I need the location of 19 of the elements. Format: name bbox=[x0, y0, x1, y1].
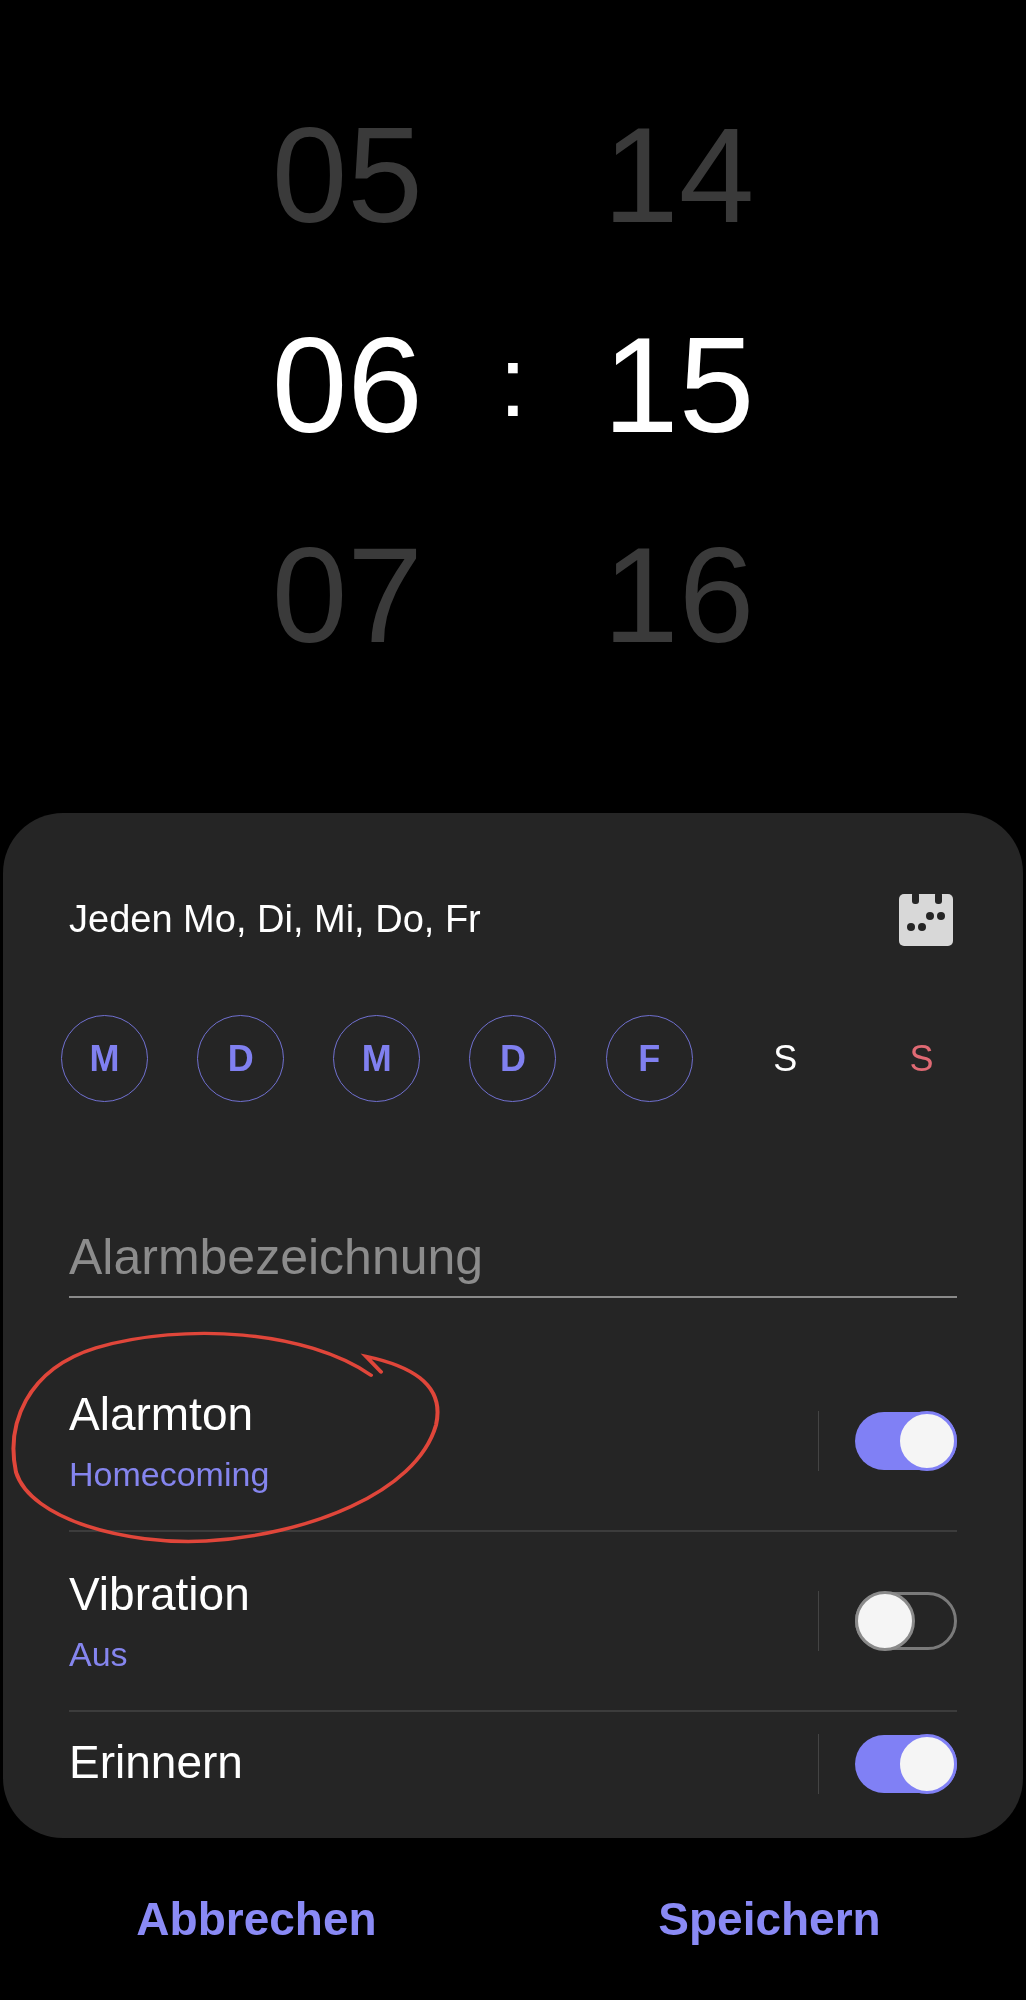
setting-value: Homecoming bbox=[69, 1454, 270, 1495]
calendar-icon[interactable] bbox=[899, 892, 953, 946]
setting-title: Alarmton bbox=[69, 1387, 255, 1442]
time-value[interactable]: 15 bbox=[603, 280, 755, 490]
repeat-summary: Jeden Mo, Di, Mi, Do, Fr bbox=[69, 896, 481, 942]
day-toggle[interactable]: S bbox=[877, 1015, 965, 1102]
toggle-switch[interactable] bbox=[855, 1592, 957, 1650]
setting-title: Vibration bbox=[69, 1567, 250, 1622]
toggle-switch[interactable] bbox=[855, 1412, 957, 1470]
toggle-switch[interactable] bbox=[855, 1735, 957, 1793]
footer-button[interactable]: Abbrechen bbox=[128, 1884, 385, 1954]
day-toggle[interactable]: S bbox=[741, 1015, 829, 1102]
day-toggle[interactable]: M bbox=[61, 1015, 148, 1102]
setting-title: Erinnern bbox=[69, 1735, 243, 1790]
time-value[interactable]: 06 bbox=[271, 280, 423, 490]
alarm-name-field[interactable]: Alarmbezeichnung bbox=[69, 1227, 957, 1298]
footer-button[interactable]: Speichern bbox=[650, 1884, 889, 1954]
time-separator: : bbox=[499, 331, 527, 431]
setting-value: Aus bbox=[69, 1634, 129, 1675]
